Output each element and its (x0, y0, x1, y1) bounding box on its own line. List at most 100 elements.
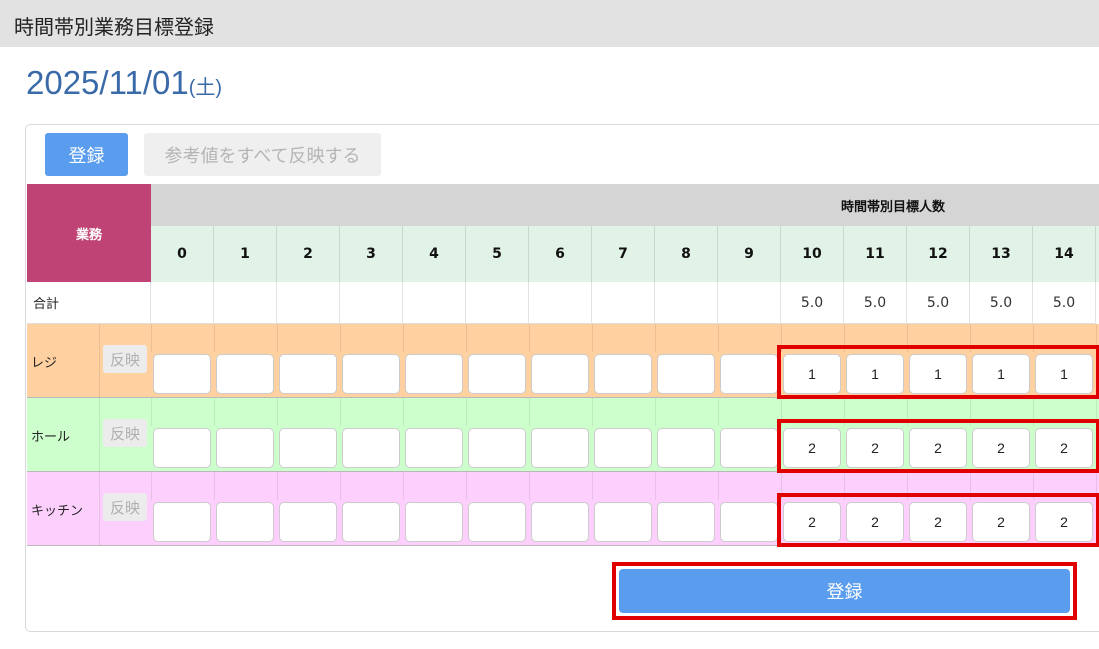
row-name: キッチン (31, 504, 84, 519)
row-name: レジ (31, 356, 58, 371)
target-input[interactable] (153, 502, 211, 542)
row-divider (655, 472, 656, 500)
group-header: 時間帯別目標人数 (151, 184, 1099, 226)
reflect-button[interactable]: 反映 (103, 493, 147, 521)
page-title: 時間帯別業務目標登録 (14, 15, 214, 39)
register-button-top[interactable]: 登録 (45, 133, 128, 176)
hour-header: 12 (907, 226, 970, 282)
target-input[interactable] (468, 354, 526, 394)
total-cell (403, 282, 466, 324)
row-divider (214, 324, 215, 352)
row-divider (214, 472, 215, 500)
row-divider (403, 398, 404, 426)
target-input[interactable] (468, 428, 526, 468)
target-input[interactable] (342, 502, 400, 542)
target-input[interactable] (468, 502, 526, 542)
hour-header: 7 (592, 226, 655, 282)
row-divider (403, 472, 404, 500)
target-input[interactable] (405, 502, 463, 542)
date-heading: 2025/11/01(土) (26, 64, 222, 102)
total-cell (277, 282, 340, 324)
row-divider (340, 398, 341, 426)
target-input[interactable] (594, 428, 652, 468)
row-divider (466, 398, 467, 426)
hour-header: 2 (277, 226, 340, 282)
hour-header: 0 (151, 226, 214, 282)
total-cell (466, 282, 529, 324)
hour-header: 13 (970, 226, 1033, 282)
row-divider (592, 472, 593, 500)
total-cell (718, 282, 781, 324)
date-value: 2025/11/01 (26, 64, 189, 101)
hour-header: 1 (214, 226, 277, 282)
target-input[interactable] (216, 502, 274, 542)
target-input[interactable] (531, 354, 589, 394)
total-cell: 5.0 (781, 282, 844, 324)
hour-header: 8 (655, 226, 718, 282)
target-input[interactable] (531, 502, 589, 542)
row-divider (151, 398, 152, 426)
row-name: ホール (31, 430, 71, 445)
target-input[interactable] (657, 354, 715, 394)
row-divider (655, 324, 656, 352)
hour-header: 6 (529, 226, 592, 282)
total-cell (655, 282, 718, 324)
total-cell (214, 282, 277, 324)
target-input[interactable] (279, 502, 337, 542)
reflect-button[interactable]: 反映 (103, 419, 147, 447)
gyomu-header: 業務 (27, 184, 151, 282)
target-input[interactable] (153, 428, 211, 468)
total-label: 合計 (27, 282, 151, 324)
row-divider (466, 324, 467, 352)
row-divider (277, 324, 278, 352)
reflect-button[interactable]: 反映 (103, 345, 147, 373)
target-input[interactable] (405, 354, 463, 394)
target-input[interactable] (216, 428, 274, 468)
target-input[interactable] (594, 354, 652, 394)
total-cell: 5.0 (970, 282, 1033, 324)
total-cell: 5.0 (907, 282, 970, 324)
hour-header: 3 (340, 226, 403, 282)
row-divider (99, 398, 100, 472)
row-divider (466, 472, 467, 500)
hour-header: 11 (844, 226, 907, 282)
total-cell (529, 282, 592, 324)
target-input[interactable] (342, 428, 400, 468)
row-divider (529, 472, 530, 500)
target-input[interactable] (342, 354, 400, 394)
hours-highlight-box (777, 345, 1099, 399)
row-divider (99, 472, 100, 546)
target-input[interactable] (720, 428, 778, 468)
target-input[interactable] (594, 502, 652, 542)
target-input[interactable] (531, 428, 589, 468)
hour-header: 5 (466, 226, 529, 282)
row-divider (214, 398, 215, 426)
hours-highlight-box (777, 493, 1099, 547)
target-input[interactable] (720, 502, 778, 542)
row-divider (277, 472, 278, 500)
hour-header: 10 (781, 226, 844, 282)
target-input[interactable] (216, 354, 274, 394)
total-cell: 5.0 (1033, 282, 1096, 324)
target-input[interactable] (720, 354, 778, 394)
target-input[interactable] (279, 354, 337, 394)
row-divider (718, 472, 719, 500)
total-cell (151, 282, 214, 324)
reflect-all-button[interactable]: 参考値をすべて反映する (144, 133, 381, 176)
target-input[interactable] (153, 354, 211, 394)
row-divider (529, 324, 530, 352)
hour-header: 9 (718, 226, 781, 282)
row-divider (592, 398, 593, 426)
target-input[interactable] (405, 428, 463, 468)
total-cell (592, 282, 655, 324)
group-header-label: 時間帯別目標人数 (841, 199, 946, 215)
row-divider (151, 324, 152, 352)
target-input[interactable] (279, 428, 337, 468)
register-highlight-box (612, 562, 1077, 620)
row-divider (340, 472, 341, 500)
row-divider (99, 324, 100, 398)
target-input[interactable] (657, 428, 715, 468)
target-input[interactable] (657, 502, 715, 542)
hours-highlight-box (777, 419, 1099, 473)
hour-header: 14 (1033, 226, 1096, 282)
